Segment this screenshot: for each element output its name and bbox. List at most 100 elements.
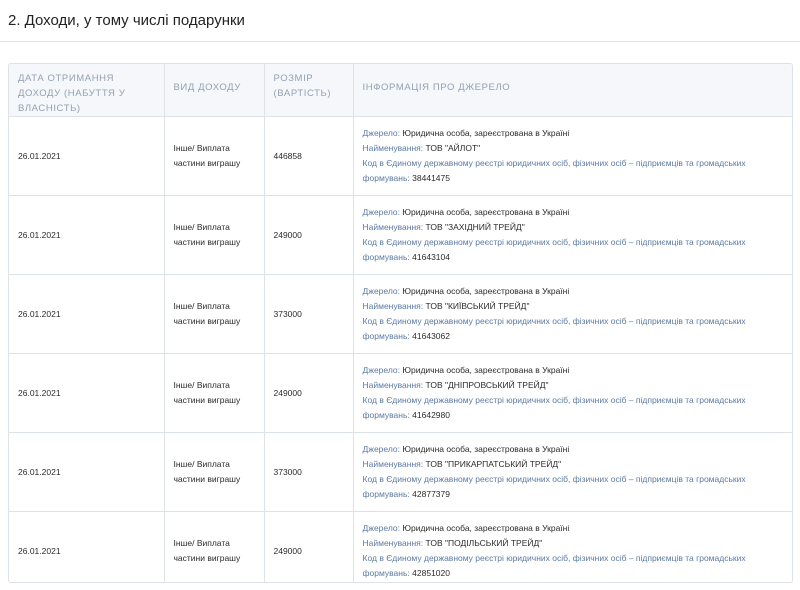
date-cell: 26.01.2021 — [9, 116, 165, 196]
date-cell: 26.01.2021 — [9, 353, 165, 433]
source-line: Джерело: Юридична особа, зареєстрована в… — [363, 126, 784, 141]
info-cell: Джерело: Юридична особа, зареєстрована в… — [353, 274, 792, 354]
code-value: 41643062 — [412, 331, 450, 341]
name-label: Найменування: — [362, 143, 424, 153]
date-cell: 26.01.2021 — [9, 432, 165, 512]
name-line: Найменування: ТОВ "ДНІПРОВСЬКИЙ ТРЕЙД" — [363, 378, 784, 393]
code-line: Код в Єдиному державному реєстрі юридичн… — [363, 472, 784, 502]
code-line: Код в Єдиному державному реєстрі юридичн… — [363, 393, 784, 423]
income-type: Інше/ Виплата частини виграшу — [173, 538, 241, 564]
income-amount: 446858 — [273, 150, 302, 161]
code-value: 42877379 — [412, 489, 450, 499]
code-value: 42851020 — [412, 568, 450, 579]
name-line: Найменування: ТОВ "ПРИКАРПАТСЬКИЙ ТРЕЙД" — [363, 457, 784, 472]
income-table: ДАТА ОТРИМАННЯ ДОХОДУ (НАБУТТЯ У ВЛАСНІС… — [9, 64, 792, 583]
amount-cell: 249000 — [264, 353, 354, 433]
code-value: 41642980 — [412, 410, 450, 420]
source-line: Джерело: Юридична особа, зареєстрована в… — [363, 363, 784, 378]
income-date: 26.01.2021 — [18, 308, 61, 319]
name-label: Найменування: — [362, 538, 424, 549]
name-label: Найменування: — [362, 301, 424, 311]
name-label: Найменування: — [362, 459, 424, 469]
table-header: ДАТА ОТРИМАННЯ ДОХОДУ (НАБУТТЯ У ВЛАСНІС… — [9, 64, 792, 117]
code-line: Код в Єдиному державному реєстрі юридичн… — [363, 235, 784, 265]
code-line: Код в Єдиному державному реєстрі юридичн… — [363, 314, 784, 344]
date-cell: 26.01.2021 — [9, 195, 165, 275]
income-type: Інше/ Виплата частини виграшу — [173, 143, 241, 168]
header-row: ДАТА ОТРИМАННЯ ДОХОДУ (НАБУТТЯ У ВЛАСНІС… — [9, 64, 792, 117]
income-type: Інше/ Виплата частини виграшу — [173, 380, 241, 405]
source-label: Джерело: — [362, 207, 401, 217]
code-value: 41643104 — [412, 252, 450, 262]
type-cell: Інше/ Виплата частини виграшу — [164, 432, 265, 512]
income-amount: 249000 — [273, 229, 302, 240]
source-line: Джерело: Юридична особа, зареєстрована в… — [363, 205, 784, 220]
header-info: ІНФОРМАЦІЯ ПРО ДЖЕРЕЛО — [353, 64, 792, 117]
code-value: 38441475 — [412, 173, 450, 183]
income-table-container: ДАТА ОТРИМАННЯ ДОХОДУ (НАБУТТЯ У ВЛАСНІС… — [8, 63, 793, 583]
info-cell: Джерело: Юридична особа, зареєстрована в… — [353, 195, 792, 275]
source-label: Джерело: — [362, 523, 401, 534]
name-value: ТОВ "ПОДІЛЬСЬКИЙ ТРЕЙД" — [425, 538, 543, 549]
name-value: ТОВ "АЙЛОТ" — [425, 143, 481, 153]
income-date: 26.01.2021 — [18, 387, 61, 398]
source-label: Джерело: — [362, 286, 401, 296]
income-date: 26.01.2021 — [18, 150, 61, 161]
table-row: 26.01.2021 Інше/ Виплата частини виграшу 4… — [9, 116, 792, 196]
income-type: Інше/ Виплата частини виграшу — [173, 301, 241, 326]
header-amount: РОЗМІР (ВАРТІСТЬ) — [264, 64, 354, 117]
income-type: Інше/ Виплата частини виграшу — [173, 459, 241, 484]
header-type: ВИД ДОХОДУ — [164, 64, 265, 117]
name-value: ТОВ "ПРИКАРПАТСЬКИЙ ТРЕЙД" — [425, 459, 562, 469]
info-cell: Джерело: Юридична особа, зареєстрована в… — [353, 116, 792, 196]
table-row: 26.01.2021 Інше/ Виплата частини виграшу 2… — [9, 195, 792, 275]
income-amount: 373000 — [273, 466, 302, 477]
name-line: Найменування: ТОВ "ПОДІЛЬСЬКИЙ ТРЕЙД" — [363, 536, 784, 551]
type-cell: Інше/ Виплата частини виграшу — [164, 274, 265, 354]
name-label: Найменування: — [362, 222, 424, 232]
amount-cell: 249000 — [264, 511, 354, 582]
info-cell: Джерело: Юридична особа, зареєстрована в… — [353, 432, 792, 512]
source-label: Джерело: — [362, 128, 401, 138]
name-line: Найменування: ТОВ "ЗАХІДНИЙ ТРЕЙД" — [363, 220, 784, 235]
amount-cell: 249000 — [264, 195, 354, 275]
income-date: 26.01.2021 — [18, 229, 61, 240]
type-cell: Інше/ Виплата частини виграшу — [164, 353, 265, 433]
amount-cell: 446858 — [264, 116, 354, 196]
source-value: Юридична особа, зареєстрована в Україні — [402, 286, 570, 296]
date-cell: 26.01.2021 — [9, 511, 165, 582]
table-body: 26.01.2021 Інше/ Виплата частини виграшу 4… — [9, 116, 792, 583]
income-date: 26.01.2021 — [18, 466, 61, 477]
name-value: ТОВ "ЗАХІДНИЙ ТРЕЙД" — [425, 222, 525, 232]
source-line: Джерело: Юридична особа, зареєстрована в… — [363, 442, 784, 457]
table-row: 26.01.2021 Інше/ Виплата частини виграшу 2… — [9, 511, 792, 583]
name-line: Найменування: ТОВ "КИЇВСЬКИЙ ТРЕЙД" — [363, 299, 784, 314]
source-label: Джерело: — [362, 365, 401, 375]
table-row: 26.01.2021 Інше/ Виплата частини виграшу 3… — [9, 274, 792, 354]
table-row: 26.01.2021 Інше/ Виплата частини виграшу 3… — [9, 432, 792, 512]
type-cell: Інше/ Виплата частини виграшу — [164, 511, 265, 582]
source-line: Джерело: Юридична особа, зареєстрована в… — [363, 284, 784, 299]
amount-cell: 373000 — [264, 432, 354, 512]
type-cell: Інше/ Виплата частини виграшу — [164, 116, 265, 196]
source-value: Юридична особа, зареєстрована в Україні — [402, 523, 570, 534]
name-label: Найменування: — [362, 380, 424, 390]
source-label: Джерело: — [362, 444, 401, 454]
income-amount: 373000 — [273, 308, 302, 319]
section-header: 2. Доходи, у тому числі подарунки — [0, 0, 800, 42]
code-line: Код в Єдиному державному реєстрі юридичн… — [363, 156, 784, 186]
source-value: Юридична особа, зареєстрована в Україні — [402, 128, 570, 138]
name-line: Найменування: ТОВ "АЙЛОТ" — [363, 141, 784, 156]
info-cell: Джерело: Юридична особа, зареєстрована в… — [353, 353, 792, 433]
amount-cell: 373000 — [264, 274, 354, 354]
section-title: 2. Доходи, у тому числі подарунки — [8, 12, 245, 29]
income-date: 26.01.2021 — [18, 545, 61, 556]
date-cell: 26.01.2021 — [9, 274, 165, 354]
name-value: ТОВ "КИЇВСЬКИЙ ТРЕЙД" — [425, 301, 530, 311]
source-line: Джерело: Юридична особа, зареєстрована в… — [363, 521, 784, 536]
code-line: Код в Єдиному державному реєстрі юридичн… — [363, 551, 784, 581]
source-value: Юридична особа, зареєстрована в Україні — [402, 207, 570, 217]
income-amount: 249000 — [273, 387, 302, 398]
info-cell: Джерело: Юридична особа, зареєстрована в… — [353, 512, 792, 583]
source-value: Юридична особа, зареєстрована в Україні — [402, 444, 570, 454]
